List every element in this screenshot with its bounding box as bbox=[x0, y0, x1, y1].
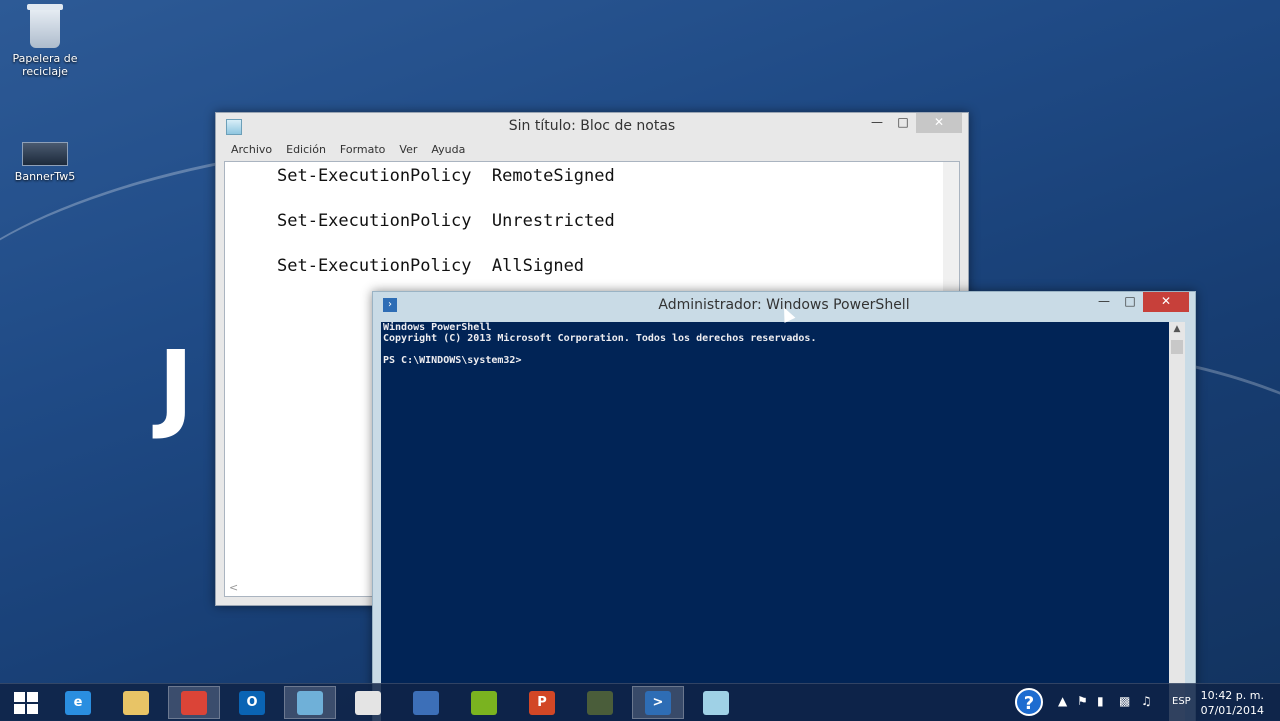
apps-grid-icon bbox=[355, 690, 381, 715]
desktop-icon-label: BannerTw5 bbox=[14, 170, 76, 183]
taskbar-button-powerpoint[interactable]: P bbox=[516, 686, 568, 719]
start-button[interactable] bbox=[0, 686, 52, 719]
time: 10:42 p. m. bbox=[1200, 689, 1264, 702]
scrollbar-thumb[interactable] bbox=[1171, 340, 1183, 354]
menu-formato[interactable]: Formato bbox=[333, 141, 393, 159]
notepad-icon bbox=[703, 690, 729, 715]
window-title: Sin título: Bloc de notas bbox=[508, 118, 676, 134]
taskbar: e O P > ? ▲ ⚑ ▮ ▩ ♫ ESP 10:42 p. m. 07/01/2… bbox=[0, 683, 1280, 721]
camtasia-icon bbox=[587, 690, 613, 715]
chrome-icon bbox=[181, 690, 207, 715]
taskbar-button-apps-grid[interactable] bbox=[342, 686, 394, 719]
taskbar-button-spotify[interactable] bbox=[458, 686, 510, 719]
text-line: Set-ExecutionPolicy Unrestricted bbox=[277, 211, 615, 231]
close-button[interactable]: ✕ bbox=[916, 113, 962, 133]
text-line: Set-ExecutionPolicy AllSigned bbox=[277, 256, 585, 276]
desktop-icon-recycle-bin[interactable]: Papelera de reciclaje bbox=[5, 4, 85, 78]
powershell-icon: > bbox=[645, 690, 671, 715]
city-app-icon bbox=[297, 690, 323, 715]
minimize-button[interactable]: — bbox=[1091, 292, 1117, 312]
help-icon[interactable]: ? bbox=[1015, 688, 1043, 716]
taskbar-button-powershell[interactable]: > bbox=[632, 686, 684, 719]
maximize-button[interactable]: □ bbox=[1117, 292, 1143, 312]
remote-desktop-icon bbox=[413, 690, 439, 715]
notepad-titlebar[interactable]: Sin título: Bloc de notas — □ ✕ bbox=[216, 113, 968, 139]
show-hidden-icons-icon[interactable]: ▲ bbox=[1058, 694, 1067, 708]
network-icon[interactable]: ▩ bbox=[1119, 694, 1130, 708]
file-explorer-icon bbox=[123, 690, 149, 715]
power-icon[interactable]: ▮ bbox=[1097, 694, 1104, 708]
banner-shortcut-icon bbox=[22, 142, 68, 166]
volume-icon[interactable]: ♫ bbox=[1141, 694, 1152, 708]
menu-edicion[interactable]: Edición bbox=[279, 141, 333, 159]
powershell-console[interactable]: Windows PowerShell Copyright (C) 2013 Mi… bbox=[381, 322, 1169, 721]
date: 07/01/2014 bbox=[1200, 704, 1264, 717]
scroll-up-icon[interactable]: ▲ bbox=[1169, 324, 1185, 334]
close-button[interactable]: ✕ bbox=[1143, 292, 1189, 312]
menu-ayuda[interactable]: Ayuda bbox=[424, 141, 472, 159]
taskbar-button-notepad[interactable] bbox=[690, 686, 742, 719]
maximize-button[interactable]: □ bbox=[890, 113, 916, 133]
taskbar-button-remote-desktop[interactable] bbox=[400, 686, 452, 719]
console-line: Windows PowerShell bbox=[383, 322, 492, 333]
taskbar-button-city-app[interactable] bbox=[284, 686, 336, 719]
desktop-icon-label: Papelera de reciclaje bbox=[12, 52, 78, 78]
outlook-icon: O bbox=[239, 690, 265, 715]
powershell-window[interactable]: › Administrador: Windows PowerShell — □ … bbox=[372, 291, 1196, 721]
menu-bar: Archivo Edición Formato Ver Ayuda bbox=[216, 139, 968, 161]
console-prompt: PS C:\WINDOWS\system32> bbox=[383, 355, 522, 366]
windows-logo-icon bbox=[14, 691, 38, 714]
text-line: Set-ExecutionPolicy RemoteSigned bbox=[277, 166, 615, 186]
internet-explorer-icon: e bbox=[65, 690, 91, 715]
clock[interactable]: 10:42 p. m. 07/01/2014 bbox=[1201, 688, 1264, 718]
minimize-button[interactable]: — bbox=[864, 113, 890, 133]
menu-archivo[interactable]: Archivo bbox=[224, 141, 279, 159]
recycle-bin-icon bbox=[27, 4, 63, 48]
spotify-icon bbox=[471, 690, 497, 715]
language-indicator[interactable]: ESP bbox=[1172, 696, 1191, 707]
taskbar-button-outlook[interactable]: O bbox=[226, 686, 278, 719]
menu-ver[interactable]: Ver bbox=[392, 141, 424, 159]
taskbar-button-file-explorer[interactable] bbox=[110, 686, 162, 719]
vertical-scrollbar[interactable]: ▲ bbox=[1169, 322, 1185, 721]
flag-icon[interactable]: ⚑ bbox=[1077, 694, 1088, 708]
wallpaper-text: J bbox=[158, 330, 194, 442]
taskbar-button-internet-explorer[interactable]: e bbox=[52, 686, 104, 719]
taskbar-button-chrome[interactable] bbox=[168, 686, 220, 719]
scroll-left-icon[interactable]: < bbox=[229, 581, 238, 594]
desktop-icon-bannertw5[interactable]: BannerTw5 bbox=[5, 142, 85, 183]
console-line: Copyright (C) 2013 Microsoft Corporation… bbox=[383, 333, 817, 344]
powerpoint-icon: P bbox=[529, 690, 555, 715]
taskbar-button-camtasia[interactable] bbox=[574, 686, 626, 719]
